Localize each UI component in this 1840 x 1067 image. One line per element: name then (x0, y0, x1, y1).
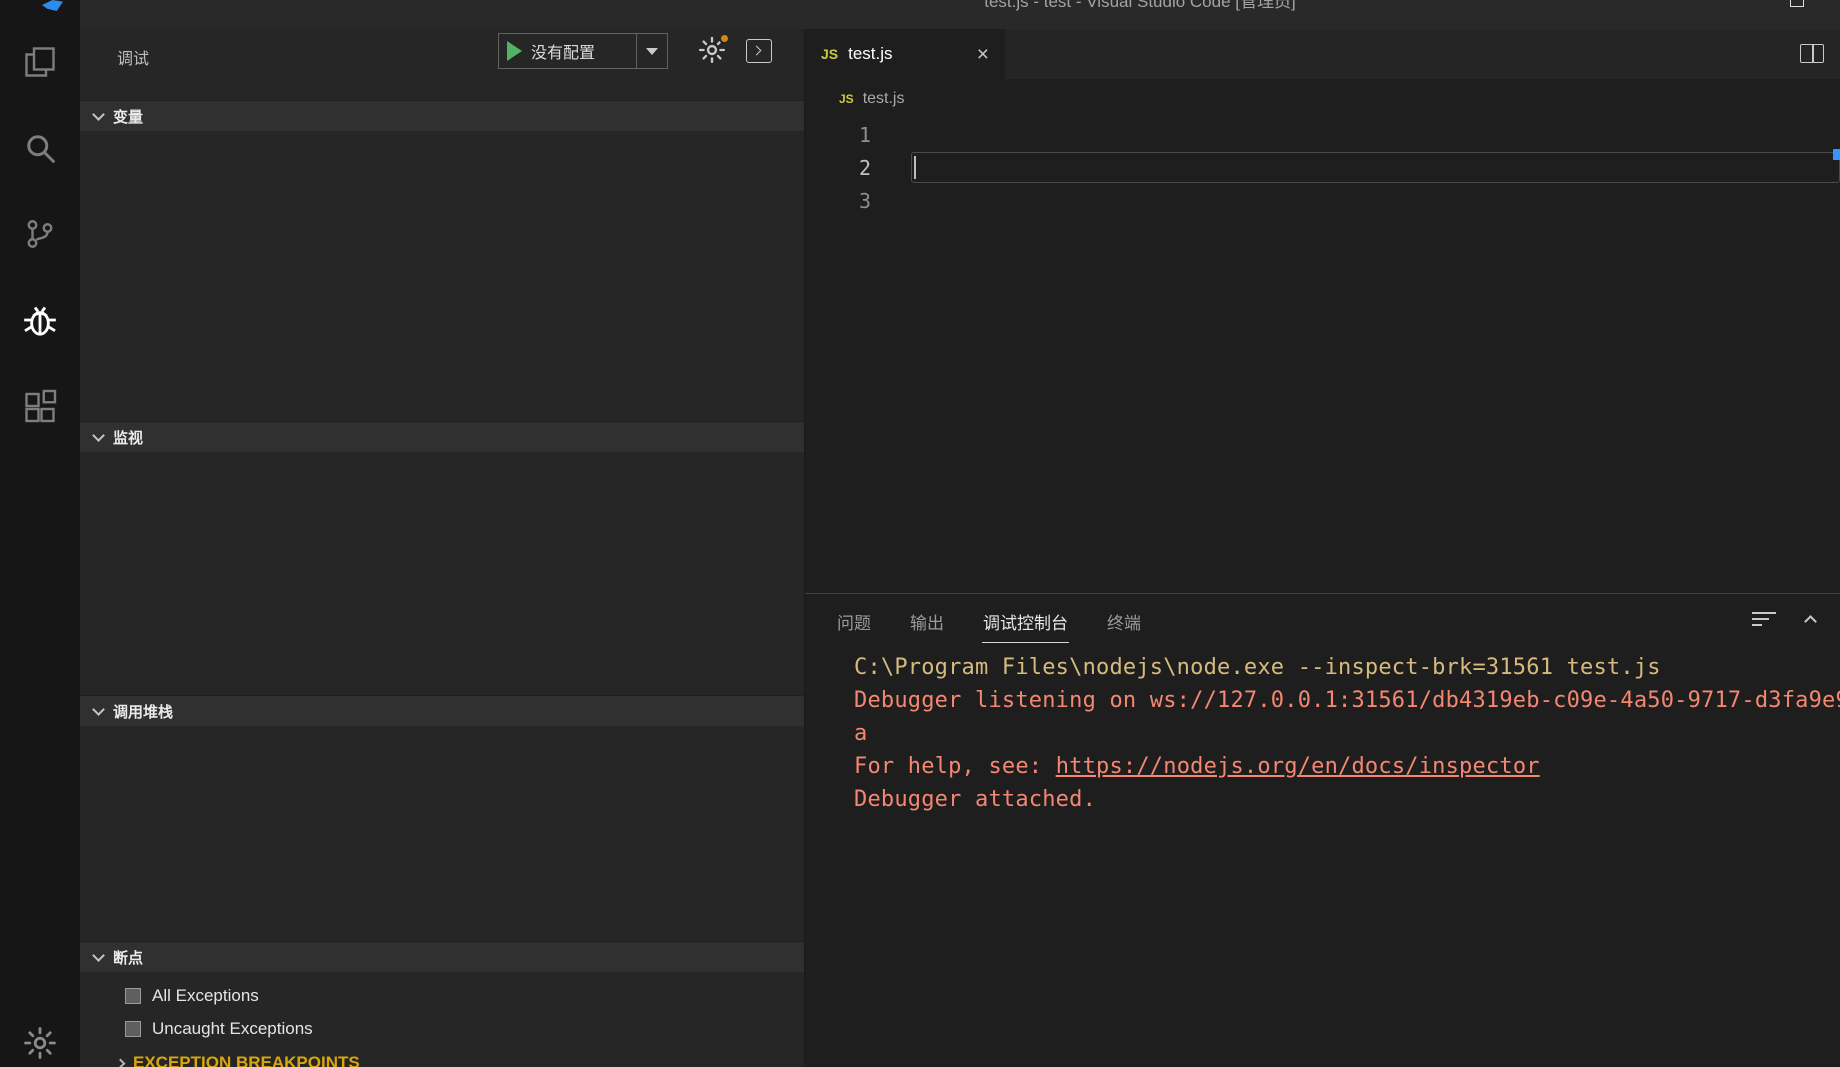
breakpoint-row[interactable]: All Exceptions (80, 979, 804, 1012)
open-debug-console-button[interactable] (746, 39, 772, 63)
console-output: C:\Program Files\nodejs\node.exe --inspe… (854, 651, 1840, 1067)
panel-tab[interactable]: 输出 (909, 594, 945, 642)
activity-explorer[interactable] (0, 19, 80, 105)
activity-extensions[interactable] (0, 363, 80, 449)
variables-body (80, 131, 804, 421)
activity-settings[interactable] (23, 1026, 57, 1060)
panel-tab[interactable]: 终端 (1106, 594, 1142, 642)
console-link[interactable]: https://nodejs.org/en/docs/inspector (1056, 754, 1540, 779)
console-line: For help, see: https://nodejs.org/en/doc… (854, 750, 1840, 783)
watch-body (80, 452, 804, 695)
console-line: a (854, 717, 1840, 750)
section-header-watch[interactable]: 监视 (80, 421, 804, 452)
explorer-icon (22, 44, 58, 80)
editor-area: JS test.js × JS test.js 1 2 3 问题输出调试控制台终端 … (804, 29, 1840, 1067)
chevron-down-icon (92, 108, 105, 121)
section-title: 变量 (113, 106, 143, 127)
settings-gear-icon (23, 1026, 57, 1060)
activity-search[interactable] (0, 105, 80, 191)
vscode-window: test.js - test - Visual Studio Code [管理员… (0, 0, 1840, 1067)
section-title: 监视 (113, 427, 143, 448)
js-file-icon: JS (839, 92, 854, 106)
call-stack-body (80, 726, 804, 941)
current-line-highlight (911, 152, 1840, 183)
gear-badge (719, 33, 730, 44)
collapse-panel-icon[interactable] (1806, 612, 1822, 626)
console-line: C:\Program Files\nodejs\node.exe --inspe… (854, 651, 1840, 684)
debug-config-label: 没有配置 (531, 39, 595, 63)
panel-actions (1752, 610, 1822, 628)
line-number: 3 (805, 189, 871, 213)
tab-testjs[interactable]: JS test.js × (805, 29, 1005, 79)
sidebar-title: 调试 (117, 45, 149, 69)
breakpoint-checkbox[interactable] (125, 988, 141, 1004)
search-icon (22, 130, 58, 166)
breadcrumb[interactable]: JS test.js (805, 79, 1840, 118)
chevron-right-icon (116, 1058, 126, 1067)
console-line: Debugger attached. (854, 783, 1840, 816)
code-line[interactable]: 1 (805, 118, 1840, 151)
clipped-text: EXCEPTION BREAKPOINTS (133, 1053, 360, 1067)
activity-source-control[interactable] (0, 191, 80, 277)
line-number: 1 (805, 123, 871, 147)
chevron-down-icon (92, 949, 105, 962)
code-line[interactable]: 3 (805, 184, 1840, 217)
console-line: Debugger listening on ws://127.0.0.1:315… (854, 684, 1840, 717)
text-cursor (914, 156, 916, 179)
dropdown-caret[interactable] (636, 34, 667, 68)
editor-code[interactable]: 1 2 3 (805, 118, 1840, 248)
breakpoint-label: Uncaught Exceptions (152, 1019, 313, 1039)
breakpoint-row[interactable]: Uncaught Exceptions (80, 1012, 804, 1045)
line-number: 2 (805, 156, 871, 180)
js-file-icon: JS (821, 46, 838, 62)
window-title: test.js - test - Visual Studio Code [管理员… (640, 0, 1640, 14)
tab-bar: JS test.js × (805, 29, 1840, 79)
start-debug-icon[interactable] (507, 41, 522, 61)
panel-tab[interactable]: 问题 (836, 594, 872, 642)
clipped-exception-breakpoints: EXCEPTION BREAKPOINTS (117, 1053, 360, 1067)
code-line[interactable]: 2 (805, 151, 1840, 184)
activity-debug[interactable] (0, 277, 80, 363)
debug-sidebar-header: 调试 没有配置 (80, 29, 804, 100)
breakpoint-checkbox[interactable] (125, 1021, 141, 1037)
breadcrumb-item[interactable]: test.js (863, 90, 905, 108)
chevron-up-icon (1804, 615, 1817, 628)
console-chevron-icon (752, 46, 762, 56)
extensions-icon (22, 388, 58, 424)
output-filter-icon[interactable] (1752, 610, 1776, 628)
close-tab-icon[interactable]: × (977, 44, 989, 65)
debug-sidebar: 调试 没有配置 变量 (80, 29, 804, 1067)
split-editor-icon[interactable] (1800, 44, 1824, 63)
overview-ruler-cursor (1833, 149, 1840, 160)
panel-tab[interactable]: 调试控制台 (982, 594, 1069, 643)
section-header-breakpoints[interactable]: 断点 (80, 941, 804, 972)
debug-config-dropdown[interactable]: 没有配置 (498, 33, 668, 69)
chevron-down-icon (92, 429, 105, 442)
restore-window-icon[interactable] (1790, 0, 1804, 7)
caret-down-icon (646, 48, 658, 55)
breakpoint-label: All Exceptions (152, 986, 259, 1006)
bottom-panel: 问题输出调试控制台终端 C:\Program Files\nodejs\node… (805, 593, 1840, 1067)
debug-bug-icon (20, 300, 60, 340)
source-control-icon (22, 216, 58, 252)
section-header-variables[interactable]: 变量 (80, 100, 804, 131)
tab-label: test.js (848, 44, 892, 64)
section-title: 断点 (113, 947, 143, 968)
section-header-call-stack[interactable]: 调用堆栈 (80, 695, 804, 726)
title-bar: test.js - test - Visual Studio Code [管理员… (80, 0, 1840, 29)
chevron-down-icon (92, 703, 105, 716)
section-title: 调用堆栈 (113, 701, 173, 722)
panel-tabs: 问题输出调试控制台终端 (836, 594, 1142, 648)
activity-bar (0, 0, 80, 1067)
configure-launch-button[interactable] (698, 36, 728, 66)
